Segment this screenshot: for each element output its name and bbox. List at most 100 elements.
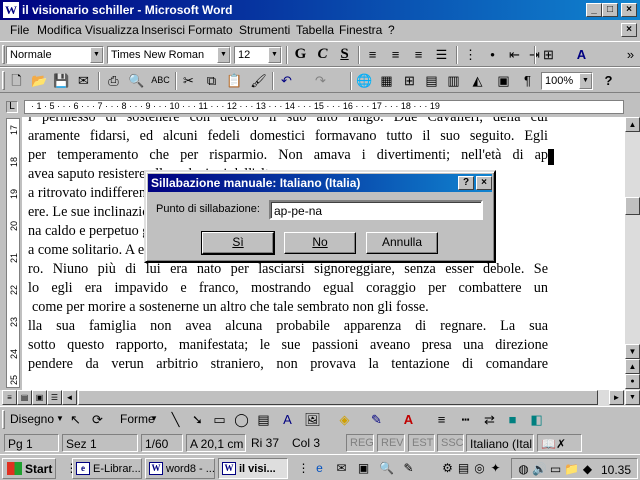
tray-app-icon[interactable]: ▤: [456, 461, 471, 475]
clip-art-icon[interactable]: 🖼: [302, 410, 323, 430]
borders-icon[interactable]: ⊞: [538, 45, 559, 65]
line-style-icon[interactable]: ≡: [431, 410, 452, 430]
align-center-icon[interactable]: ≡: [385, 45, 406, 65]
fill-color-icon[interactable]: ◈: [334, 410, 355, 430]
style-combo[interactable]: Normale ▼: [6, 46, 104, 64]
font-color-icon[interactable]: A: [398, 410, 419, 430]
redo-icon[interactable]: ↷: [310, 71, 331, 91]
free-rotate-icon[interactable]: ⟳: [87, 410, 108, 430]
task-elibrary[interactable]: e E-Librar...: [72, 458, 142, 479]
menu-file[interactable]: File: [10, 23, 29, 37]
underline-button[interactable]: S: [334, 45, 355, 65]
notepad-icon[interactable]: ✎: [401, 461, 416, 475]
copy-icon[interactable]: ⧉: [201, 71, 222, 91]
quick-launch-icon[interactable]: ⋮: [296, 461, 311, 475]
menu-modifica[interactable]: Modifica: [37, 23, 82, 37]
web-view-icon[interactable]: ▤: [17, 390, 32, 405]
yes-button[interactable]: Sì: [201, 231, 275, 255]
hyphenation-point-field[interactable]: ap-pe-na: [269, 200, 483, 220]
hyperlink-icon[interactable]: 🌐: [354, 71, 375, 91]
status-ovr[interactable]: SSC: [437, 434, 464, 452]
oval-icon[interactable]: ◯: [231, 410, 252, 430]
rectangle-icon[interactable]: ▭: [209, 410, 230, 430]
start-button[interactable]: Start: [2, 458, 56, 479]
font-combo[interactable]: Times New Roman ▼: [107, 46, 231, 64]
close-button[interactable]: ×: [621, 3, 637, 17]
clock[interactable]: 10.35: [601, 463, 631, 477]
outlook-icon[interactable]: ✉: [334, 461, 349, 475]
dash-style-icon[interactable]: ┅: [455, 410, 476, 430]
line-color-icon[interactable]: ✎: [366, 410, 387, 430]
scroll-left-icon[interactable]: ◄: [62, 390, 77, 405]
wordart-icon[interactable]: A: [277, 410, 298, 430]
chevron-down-icon[interactable]: ▼: [150, 414, 158, 423]
columns-icon[interactable]: ▥: [443, 71, 464, 91]
insert-table-icon[interactable]: ⊞: [399, 71, 420, 91]
chevron-down-icon[interactable]: ▼: [90, 47, 103, 63]
decrease-indent-icon[interactable]: ⇤: [504, 45, 525, 65]
page-view-icon[interactable]: ▣: [32, 390, 47, 405]
menu-visualizza[interactable]: Visualizza: [85, 23, 139, 37]
volume-icon[interactable]: 🔊: [532, 462, 547, 476]
outline-view-icon[interactable]: ☰: [47, 390, 62, 405]
status-language[interactable]: Italiano (Ital: [466, 434, 534, 452]
status-rev[interactable]: REV: [377, 434, 405, 452]
paste-icon[interactable]: 📋: [224, 71, 245, 91]
shadow-icon[interactable]: ■: [502, 410, 523, 430]
cancel-button[interactable]: Annulla: [366, 232, 438, 254]
insert-excel-icon[interactable]: ▤: [421, 71, 442, 91]
menu-help[interactable]: ?: [388, 23, 395, 37]
normal-view-icon[interactable]: ≡: [2, 390, 17, 405]
no-button[interactable]: No: [284, 232, 356, 254]
italic-button[interactable]: C: [312, 45, 333, 65]
horizontal-ruler[interactable]: · 1 · 5 · · · 6 · · · 7 · · · 8 · · · 9 …: [24, 100, 624, 114]
bold-button[interactable]: G: [290, 45, 311, 65]
open-folder-icon[interactable]: 📂: [29, 71, 50, 91]
menu-formato[interactable]: Formato: [188, 23, 233, 37]
folder-icon[interactable]: 📁: [564, 462, 579, 476]
next-page-icon[interactable]: ▼: [625, 390, 640, 405]
minimize-button[interactable]: _: [586, 3, 602, 17]
tables-borders-icon[interactable]: ▦: [376, 71, 397, 91]
email-icon[interactable]: ✉: [73, 71, 94, 91]
numbering-icon[interactable]: ⋮: [460, 45, 481, 65]
print-icon[interactable]: ⎙: [103, 71, 124, 91]
select-pointer-icon[interactable]: ↖: [65, 410, 86, 430]
draw-menu[interactable]: Disegno: [10, 412, 54, 426]
scroll-up-icon[interactable]: ▲: [625, 117, 640, 132]
maximize-button[interactable]: □: [602, 3, 618, 17]
drawing-icon[interactable]: ◭: [467, 71, 488, 91]
arrow-style-icon[interactable]: ⇄: [479, 410, 500, 430]
zoom-combo[interactable]: 100% ▼: [541, 72, 593, 90]
show-hide-icon[interactable]: ¶: [517, 71, 538, 91]
dialog-close-button[interactable]: ×: [476, 176, 492, 190]
browse-object-icon[interactable]: ●: [625, 374, 640, 389]
scroll-down-icon[interactable]: ▼: [625, 344, 640, 359]
chevron-down-icon[interactable]: ▼: [579, 73, 592, 89]
dialog-help-button[interactable]: ?: [458, 176, 474, 190]
status-rec[interactable]: REG: [346, 434, 374, 452]
format-painter-icon[interactable]: 🖌: [248, 71, 269, 91]
help-icon[interactable]: ?: [598, 71, 619, 91]
vertical-ruler[interactable]: 17 18 19 20 21 22 23 24 25: [6, 118, 20, 388]
print-preview-icon[interactable]: 🔍: [126, 71, 147, 91]
arrow-icon[interactable]: ➘: [187, 410, 208, 430]
internet-explorer-icon[interactable]: e: [312, 461, 327, 475]
scroll-right-icon[interactable]: ►: [609, 390, 624, 405]
horizontal-scrollbar[interactable]: ≡ ▤ ▣ ☰ ◄ ► ▼: [0, 390, 640, 406]
tray-app-icon[interactable]: ✦: [488, 461, 503, 475]
spelling-status-icon[interactable]: 📖✗: [537, 434, 582, 452]
more-buttons-icon[interactable]: »: [620, 45, 640, 65]
word-app-icon[interactable]: W: [3, 2, 19, 18]
line-icon[interactable]: ╲: [165, 410, 186, 430]
menu-tabella[interactable]: Tabella: [296, 23, 334, 37]
previous-page-icon[interactable]: ▲: [625, 359, 640, 374]
tray-app-icon[interactable]: ◎: [472, 461, 487, 475]
status-ext[interactable]: EST: [408, 434, 435, 452]
undo-icon[interactable]: ↶: [276, 71, 297, 91]
save-icon[interactable]: 💾: [51, 71, 72, 91]
menu-strumenti[interactable]: Strumenti: [239, 23, 290, 37]
task-word8[interactable]: W word8 - ...: [145, 458, 215, 479]
chevron-down-icon[interactable]: ▼: [217, 47, 230, 63]
bullets-icon[interactable]: •: [482, 45, 503, 65]
